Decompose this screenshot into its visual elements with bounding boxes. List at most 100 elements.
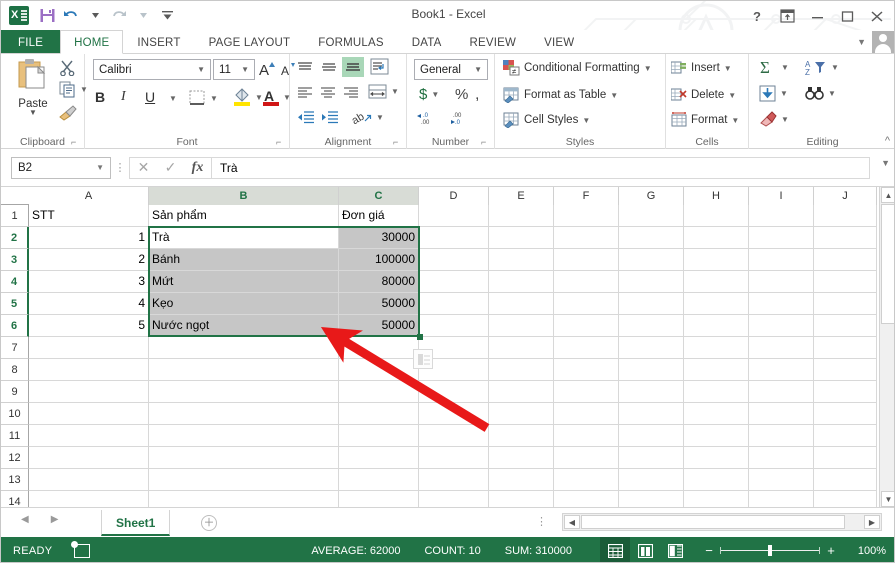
- grid-cell[interactable]: [684, 469, 749, 491]
- find-select-button[interactable]: ▼: [805, 85, 836, 102]
- fill-handle[interactable]: [417, 334, 423, 340]
- formula-input[interactable]: Trà: [211, 156, 870, 179]
- fill-dropdown-icon[interactable]: ▼: [780, 89, 788, 98]
- grid-cell[interactable]: [684, 425, 749, 447]
- orientation-dropdown-icon[interactable]: ▼: [376, 113, 384, 122]
- tab-home[interactable]: HOME: [60, 30, 124, 54]
- grid-cell[interactable]: [749, 469, 814, 491]
- grid-cell[interactable]: [749, 403, 814, 425]
- grid-cell[interactable]: [749, 249, 814, 271]
- grid-cell[interactable]: [749, 205, 814, 227]
- grid-cell[interactable]: [554, 359, 619, 381]
- grid-cell[interactable]: [814, 315, 877, 337]
- cell-C4[interactable]: 80000: [339, 271, 419, 293]
- tab-page-layout[interactable]: PAGE LAYOUT: [195, 30, 305, 54]
- grid-cell[interactable]: [489, 403, 554, 425]
- underline-dropdown-icon[interactable]: ▼: [165, 94, 177, 103]
- autosum-dropdown-icon[interactable]: ▼: [781, 63, 789, 72]
- grid-cell[interactable]: [749, 447, 814, 469]
- cell-C3[interactable]: 100000: [339, 249, 419, 271]
- grid-cell[interactable]: [619, 315, 684, 337]
- bold-button[interactable]: B: [95, 89, 105, 105]
- copy-button[interactable]: ▼: [59, 81, 88, 98]
- grid-cell[interactable]: [554, 491, 619, 507]
- grid-cell[interactable]: [814, 293, 877, 315]
- help-icon[interactable]: ?: [742, 4, 772, 28]
- grow-font-button[interactable]: A: [259, 60, 276, 78]
- format-as-table-button[interactable]: Format as Table ▼: [503, 87, 618, 103]
- row-header-7[interactable]: 7: [1, 337, 29, 359]
- fill-color-dropdown-icon[interactable]: ▼: [255, 93, 263, 102]
- alignment-dialog-launcher[interactable]: ⌐: [393, 137, 403, 147]
- grid-cell[interactable]: [489, 381, 554, 403]
- grid-cell[interactable]: [684, 337, 749, 359]
- formula-bar-buttons[interactable]: ✕ ✓ fx: [129, 156, 211, 179]
- close-icon[interactable]: [862, 4, 892, 28]
- clipboard-dialog-launcher[interactable]: ⌐: [71, 137, 81, 147]
- grid-cell[interactable]: [149, 447, 339, 469]
- expand-formula-bar-icon[interactable]: ▼: [881, 158, 890, 168]
- grid-cell[interactable]: [749, 425, 814, 447]
- grid-cell[interactable]: [419, 491, 489, 507]
- row-header-6[interactable]: 6: [1, 315, 29, 337]
- borders-dropdown-icon[interactable]: ▼: [210, 94, 218, 103]
- number-dialog-launcher[interactable]: ⌐: [481, 137, 491, 147]
- row-header-3[interactable]: 3: [1, 249, 29, 271]
- cell-area[interactable]: STT Sản phẩm Đơn giá 1 Trà 30000 2 Bánh …: [29, 205, 877, 507]
- grid-cell[interactable]: [419, 425, 489, 447]
- clear-dropdown-icon[interactable]: ▼: [781, 115, 789, 124]
- grid-cell[interactable]: [684, 271, 749, 293]
- orientation-button[interactable]: ab ▼: [352, 109, 384, 126]
- grid-cell[interactable]: [814, 469, 877, 491]
- accounting-dropdown-icon[interactable]: ▼: [431, 90, 439, 99]
- column-header-d[interactable]: D: [419, 187, 489, 205]
- zoom-in-button[interactable]: +: [820, 543, 842, 558]
- grid-cell[interactable]: [554, 293, 619, 315]
- grid-cell[interactable]: [554, 469, 619, 491]
- sheet-next-icon[interactable]: ▶: [51, 514, 59, 525]
- middle-align-button-top[interactable]: [320, 60, 338, 76]
- row-header-5[interactable]: 5: [1, 293, 29, 315]
- grid-cell[interactable]: [29, 491, 149, 507]
- column-header-j[interactable]: J: [814, 187, 877, 205]
- font-name-combo[interactable]: Calibri ▼: [93, 59, 211, 80]
- row-header-4[interactable]: 4: [1, 271, 29, 293]
- grid-cell[interactable]: [339, 381, 419, 403]
- grid-cell[interactable]: [339, 425, 419, 447]
- cell-A1[interactable]: STT: [29, 205, 149, 227]
- cell-B5[interactable]: Kẹo: [149, 293, 339, 315]
- cell-A4[interactable]: 3: [29, 271, 149, 293]
- signin-dropdown-icon[interactable]: ▼: [857, 37, 868, 47]
- align-right-button[interactable]: [342, 85, 360, 100]
- cell-B1[interactable]: Sản phẩm: [149, 205, 339, 227]
- grid-cell[interactable]: [339, 359, 419, 381]
- grid-cell[interactable]: [419, 403, 489, 425]
- grid-cell[interactable]: [29, 447, 149, 469]
- grid-cell[interactable]: [814, 271, 877, 293]
- increase-decimal-button[interactable]: .0 .00: [417, 110, 439, 126]
- grid-cell[interactable]: [489, 249, 554, 271]
- number-format-combo[interactable]: General ▼: [414, 59, 488, 80]
- zoom-level[interactable]: 100%: [842, 545, 886, 557]
- grid-cell[interactable]: [339, 469, 419, 491]
- row-header-1[interactable]: 1: [1, 205, 29, 227]
- merge-center-dropdown-icon[interactable]: ▼: [391, 87, 399, 96]
- view-page-layout-button[interactable]: [630, 537, 660, 562]
- new-sheet-button[interactable]: ＋: [201, 515, 217, 531]
- grid-cell[interactable]: [684, 315, 749, 337]
- scroll-down-icon[interactable]: ▼: [881, 491, 894, 507]
- row-header-10[interactable]: 10: [1, 403, 29, 425]
- column-header-g[interactable]: G: [619, 187, 684, 205]
- grid-cell[interactable]: [619, 271, 684, 293]
- sort-filter-button[interactable]: A Z ▼: [805, 59, 839, 76]
- insert-function-icon[interactable]: fx: [184, 160, 211, 176]
- grid-cell[interactable]: [684, 249, 749, 271]
- scroll-right-icon[interactable]: ▶: [864, 515, 880, 529]
- cancel-icon[interactable]: ✕: [130, 159, 157, 176]
- delete-cells-button[interactable]: Delete ▼: [671, 87, 736, 103]
- grid-cell[interactable]: [149, 359, 339, 381]
- grid-cell[interactable]: [749, 315, 814, 337]
- zoom-out-button[interactable]: −: [698, 543, 720, 558]
- insert-cells-dropdown-icon[interactable]: ▼: [724, 64, 732, 73]
- tab-view[interactable]: VIEW: [530, 30, 588, 54]
